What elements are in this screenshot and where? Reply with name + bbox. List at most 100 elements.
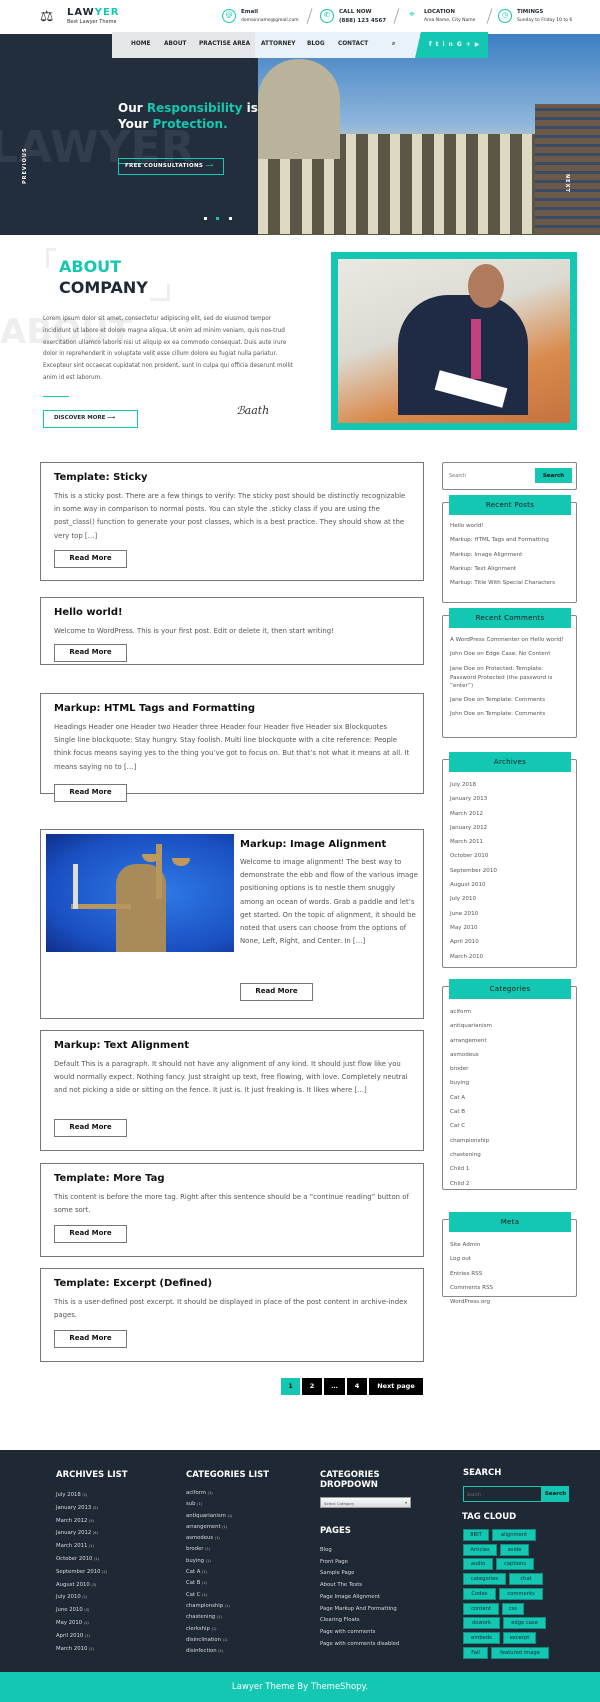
- footer-list-item[interactable]: aciform (1): [186, 1488, 232, 1499]
- footer-list-item[interactable]: January 2012 (6): [56, 1527, 107, 1540]
- list-item[interactable]: Markup: HTML Tags and Formatting: [450, 537, 575, 545]
- footer-list-item[interactable]: Front Page: [320, 1557, 399, 1569]
- discover-more-button[interactable]: DISCOVER MORE ⟶: [43, 410, 138, 428]
- list-item[interactable]: aciform: [450, 1005, 575, 1019]
- nav-practise-area[interactable]: PRACTISE AREA: [199, 41, 250, 47]
- list-item[interactable]: John Doe on Template: Comments: [450, 711, 568, 719]
- list-item[interactable]: Jane Doe on Protected: Template: Passwor…: [450, 665, 568, 691]
- list-item[interactable]: asmodeus: [450, 1048, 575, 1062]
- read-more-button[interactable]: Read More: [54, 644, 127, 662]
- footer-list-item[interactable]: Blog: [320, 1545, 399, 1557]
- footer-list-item[interactable]: July 2018 (1): [56, 1489, 107, 1502]
- tag-link[interactable]: chat: [509, 1573, 543, 1586]
- tag-link[interactable]: captions: [496, 1558, 534, 1571]
- list-item[interactable]: October 2010: [450, 849, 575, 863]
- footer-list-item[interactable]: buying (1): [186, 1556, 232, 1567]
- footer-list-item[interactable]: asmodeus (1): [186, 1533, 232, 1544]
- list-item[interactable]: WordPress.org: [450, 1295, 575, 1309]
- read-more-button[interactable]: Read More: [54, 1119, 127, 1137]
- read-more-button[interactable]: Read More: [54, 784, 127, 802]
- list-item[interactable]: arrangement: [450, 1034, 575, 1048]
- list-item[interactable]: Child 2: [450, 1177, 575, 1191]
- slide-dot-active[interactable]: [216, 217, 219, 220]
- tag-link[interactable]: excerpt: [503, 1631, 536, 1644]
- next-page-link[interactable]: Next page: [369, 1378, 423, 1395]
- footer-list-item[interactable]: Cat A (1): [186, 1567, 232, 1578]
- footer-list-item[interactable]: Sample Page: [320, 1568, 399, 1580]
- list-item[interactable]: July 2010: [450, 892, 575, 906]
- footer-list-item[interactable]: arrangement (1): [186, 1522, 232, 1533]
- tag-link[interactable]: embeds: [463, 1631, 500, 1644]
- tag-link[interactable]: dowork: [463, 1617, 500, 1630]
- footer-search-input[interactable]: Search: [463, 1486, 542, 1502]
- list-item[interactable]: January 2012: [450, 821, 575, 835]
- previous-slide-button[interactable]: PREVIOUS: [22, 147, 28, 184]
- list-item[interactable]: Child 1: [450, 1162, 575, 1176]
- youtube-icon[interactable]: ▶: [475, 41, 484, 48]
- list-item[interactable]: Markup: Text Alignment: [450, 566, 575, 574]
- list-item[interactable]: chastening: [450, 1148, 575, 1162]
- tag-link[interactable]: Codex: [463, 1587, 496, 1600]
- list-item[interactable]: April 2010: [450, 935, 575, 949]
- footer-list-item[interactable]: August 2010 (3): [56, 1579, 107, 1592]
- nav-about[interactable]: ABOUT: [164, 41, 187, 47]
- footer-list-item[interactable]: April 2010 (1): [56, 1630, 107, 1643]
- list-item[interactable]: John Doe on Edge Case: No Content: [450, 651, 568, 659]
- list-item[interactable]: Comments RSS: [450, 1281, 575, 1295]
- tag-link[interactable]: featured image: [491, 1646, 549, 1659]
- post-title[interactable]: Markup: Text Alignment: [54, 1040, 189, 1051]
- list-item[interactable]: buying: [450, 1076, 575, 1090]
- list-item[interactable]: Hello world!: [450, 523, 575, 531]
- list-item[interactable]: March 2011: [450, 835, 575, 849]
- post-title[interactable]: Markup: Image Alignment: [240, 839, 386, 850]
- post-title[interactable]: Markup: HTML Tags and Formatting: [54, 703, 255, 714]
- list-item[interactable]: Entries RSS: [450, 1267, 575, 1281]
- list-item[interactable]: broder: [450, 1062, 575, 1076]
- list-item[interactable]: championship: [450, 1134, 575, 1148]
- footer-list-item[interactable]: September 2010 (2): [56, 1566, 107, 1579]
- slide-dot[interactable]: [229, 217, 232, 220]
- footer-list-item[interactable]: January 2013 (5): [56, 1502, 107, 1515]
- list-item[interactable]: Markup: Title With Special Characters: [450, 580, 575, 588]
- nav-blog[interactable]: BLOG: [307, 41, 325, 47]
- read-more-button[interactable]: Read More: [54, 550, 127, 568]
- footer-list-item[interactable]: Cat C (1): [186, 1590, 232, 1601]
- free-consultations-button[interactable]: FREE COUNSULTATIONS ⟶: [118, 158, 224, 175]
- tag-link[interactable]: content: [463, 1602, 499, 1615]
- read-more-button[interactable]: Read More: [54, 1330, 127, 1348]
- footer-list-item[interactable]: broder (1): [186, 1544, 232, 1555]
- list-item[interactable]: June 2010: [450, 907, 575, 921]
- nav-home[interactable]: HOME: [131, 41, 151, 47]
- linkedin-icon[interactable]: in: [443, 41, 457, 48]
- footer-list-item[interactable]: Page with comments disabled: [320, 1639, 399, 1651]
- post-title[interactable]: Hello world!: [54, 607, 123, 618]
- footer-list-item[interactable]: disinfection (1): [186, 1646, 232, 1657]
- tag-link[interactable]: Articles: [463, 1543, 497, 1556]
- post-title[interactable]: Template: Excerpt (Defined): [54, 1278, 212, 1289]
- tag-link[interactable]: audio: [463, 1558, 493, 1571]
- tag-link[interactable]: aside: [500, 1543, 529, 1556]
- list-item[interactable]: Cat A: [450, 1091, 575, 1105]
- footer-list-item[interactable]: Clearing Floats: [320, 1615, 399, 1627]
- list-item[interactable]: January 2013: [450, 792, 575, 806]
- list-item[interactable]: Log out: [450, 1252, 575, 1266]
- tag-link[interactable]: edge case: [503, 1617, 546, 1630]
- list-item[interactable]: Cat C: [450, 1119, 575, 1133]
- footer-search-button[interactable]: Search: [542, 1486, 569, 1502]
- read-more-button[interactable]: Read More: [54, 1225, 127, 1243]
- footer-list-item[interactable]: sub (1): [186, 1499, 232, 1510]
- footer-list-item[interactable]: About The Tests: [320, 1580, 399, 1592]
- footer-list-item[interactable]: Page with comments: [320, 1627, 399, 1639]
- footer-list-item[interactable]: June 2010 (3): [56, 1604, 107, 1617]
- page-2-link[interactable]: 2: [302, 1378, 322, 1395]
- tag-link[interactable]: 8BIT: [463, 1529, 489, 1541]
- tag-link[interactable]: css: [502, 1602, 524, 1615]
- list-item[interactable]: Cat B: [450, 1105, 575, 1119]
- footer-list-item[interactable]: Page Image Alignment: [320, 1592, 399, 1604]
- site-logo[interactable]: LAWYER: [67, 7, 119, 18]
- footer-list-item[interactable]: chastening (1): [186, 1612, 232, 1623]
- google-plus-icon[interactable]: G+: [457, 41, 475, 48]
- footer-list-item[interactable]: clerkship (1): [186, 1624, 232, 1635]
- footer-list-item[interactable]: Page Markup And Formatting: [320, 1604, 399, 1616]
- footer-list-item[interactable]: July 2010 (1): [56, 1591, 107, 1604]
